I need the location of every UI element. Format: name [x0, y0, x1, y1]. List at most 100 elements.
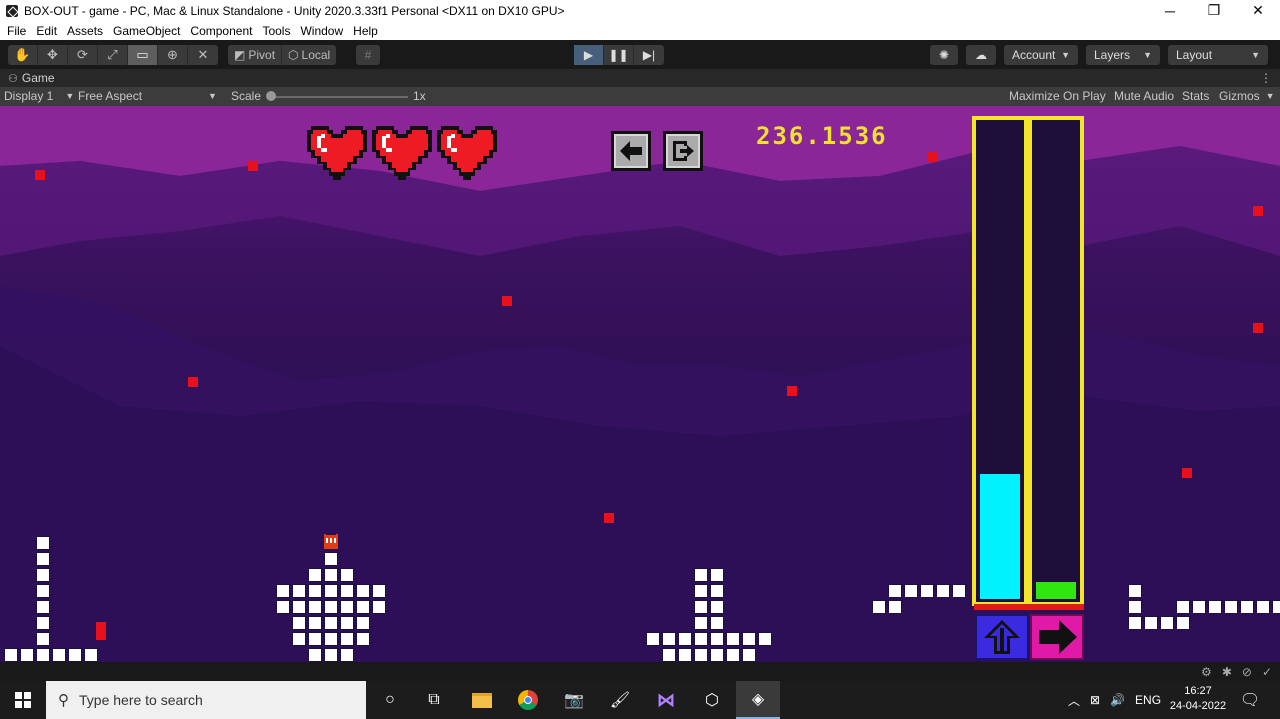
platform-block	[694, 616, 708, 630]
scale-tool-icon[interactable]: ⤢	[98, 45, 128, 65]
rect-tool-icon[interactable]: ▭	[128, 45, 158, 65]
local-icon: ⬡	[288, 48, 299, 62]
back-button[interactable]	[611, 131, 651, 171]
unity-editor-icon[interactable]: ◈	[736, 681, 780, 719]
maximize-on-play-toggle[interactable]: Maximize On Play	[1009, 89, 1106, 103]
platform-block	[952, 584, 966, 598]
volume-icon[interactable]: 🔊	[1110, 693, 1125, 707]
platform-block	[356, 632, 370, 646]
aspect-dropdown[interactable]: Free Aspect ▼	[78, 89, 217, 103]
transform-tool-icon[interactable]: ⊕	[158, 45, 188, 65]
platform-block	[1144, 616, 1158, 630]
grid-snap-icon[interactable]: #	[356, 45, 380, 65]
platform-block	[646, 632, 660, 646]
tab-menu-icon[interactable]: ⋮	[1260, 71, 1272, 85]
play-icon[interactable]: ▶	[574, 45, 604, 65]
minimize-button[interactable]: ─	[1148, 0, 1192, 21]
paint-app-icon[interactable]: 🖌	[598, 681, 642, 719]
maximize-button[interactable]: ❐	[1192, 0, 1236, 21]
start-button[interactable]	[0, 681, 46, 719]
chevron-down-icon: ▼	[208, 91, 217, 101]
unity-hub-icon[interactable]: ⬡	[690, 681, 734, 719]
chevron-up-icon[interactable]: ︿	[1068, 692, 1080, 709]
menu-gameobject[interactable]: GameObject	[108, 24, 185, 38]
layout-label: Layout	[1176, 48, 1213, 62]
scale-label: Scale	[231, 89, 262, 103]
enemy	[1253, 206, 1263, 216]
platform-block	[678, 648, 692, 662]
platform-block	[276, 584, 290, 598]
account-label: Account	[1012, 48, 1056, 62]
task-view-icon[interactable]: ⧉	[412, 681, 456, 719]
stats-toggle[interactable]: Stats	[1182, 89, 1209, 103]
main-toolbar: ✋ ✥ ⟳ ⤢ ▭ ⊕ ✕ ◩ Pivot ⬡ Local # ▶ ❚❚ ▶| ✺ …	[0, 40, 1280, 69]
menu-file[interactable]: File	[2, 24, 31, 38]
platform-block	[372, 600, 386, 614]
game-viewport[interactable]: 236.1536	[0, 106, 1280, 662]
platform-block	[36, 584, 50, 598]
cortana-icon[interactable]: ○	[368, 681, 412, 719]
chrome-icon[interactable]	[506, 681, 550, 719]
gizmos-dropdown[interactable]: Gizmos ▼	[1219, 89, 1275, 103]
window-controls: ─ ❐ ✕	[1148, 0, 1280, 21]
mute-audio-toggle[interactable]: Mute Audio	[1114, 89, 1174, 103]
transform-tools: ✋ ✥ ⟳ ⤢ ▭ ⊕ ✕	[8, 45, 218, 65]
language-indicator[interactable]: ENG	[1135, 693, 1161, 707]
menu-component[interactable]: Component	[185, 24, 257, 38]
platform-block	[678, 632, 692, 646]
step-icon[interactable]: ▶|	[634, 45, 664, 65]
layers-dropdown[interactable]: Layers ▼	[1086, 45, 1160, 65]
pause-icon[interactable]: ❚❚	[604, 45, 634, 65]
hand-tool-icon[interactable]: ✋	[8, 45, 38, 65]
check-icon[interactable]: ✓	[1262, 665, 1272, 679]
cache-icon[interactable]: ⊘	[1242, 665, 1252, 679]
services-icon[interactable]: ✺	[930, 45, 958, 65]
platform-block	[20, 648, 34, 662]
tab-game[interactable]: Game	[22, 71, 55, 85]
local-button[interactable]: ⬡ Local	[282, 45, 336, 65]
enemy	[604, 513, 614, 523]
custom-tool-icon[interactable]: ✕	[188, 45, 218, 65]
menu-assets[interactable]: Assets	[62, 24, 108, 38]
enemy	[787, 386, 797, 396]
file-explorer-icon[interactable]	[460, 681, 504, 719]
platform-block	[36, 600, 50, 614]
platform-block	[1128, 616, 1142, 630]
network-icon[interactable]: ⊠	[1090, 693, 1100, 707]
platform-block	[662, 648, 676, 662]
platform-block	[36, 616, 50, 630]
taskbar-search[interactable]: ⚲ Type here to search	[46, 681, 366, 719]
scale-slider-track[interactable]	[268, 96, 408, 98]
platform-block	[68, 648, 82, 662]
jump-button[interactable]	[975, 614, 1029, 660]
camera-icon[interactable]: 📷	[552, 681, 596, 719]
layout-dropdown[interactable]: Layout ▼	[1168, 45, 1268, 65]
account-dropdown[interactable]: Account ▼	[1004, 45, 1078, 65]
rotate-tool-icon[interactable]: ⟳	[68, 45, 98, 65]
notification-icon[interactable]: 🗨	[1230, 681, 1270, 719]
platform-block	[324, 616, 338, 630]
bug-icon[interactable]: ✱	[1222, 665, 1232, 679]
exit-button[interactable]	[663, 131, 703, 171]
taskbar-clock[interactable]: 16:27 24-04-2022	[1168, 684, 1228, 714]
platform-block	[84, 648, 98, 662]
display-dropdown[interactable]: Display 1 ▼	[4, 89, 74, 103]
title-bar: BOX-OUT - game - PC, Mac & Linux Standal…	[0, 0, 1280, 21]
menu-tools[interactable]: Tools	[257, 24, 295, 38]
scale-slider-handle[interactable]	[266, 91, 276, 101]
pivot-button[interactable]: ◩ Pivot	[228, 45, 283, 65]
close-button[interactable]: ✕	[1236, 0, 1280, 21]
move-tool-icon[interactable]: ✥	[38, 45, 68, 65]
platform-block	[356, 584, 370, 598]
cloud-icon[interactable]: ☁	[966, 45, 996, 65]
search-placeholder: Type here to search	[79, 692, 203, 708]
dash-button[interactable]	[1030, 614, 1084, 660]
platform-block	[292, 616, 306, 630]
platform-block	[904, 584, 918, 598]
menu-window[interactable]: Window	[295, 24, 348, 38]
visual-studio-icon[interactable]: ⋈	[644, 681, 688, 719]
menu-help[interactable]: Help	[348, 24, 383, 38]
arrow-right-icon	[1039, 620, 1077, 654]
progress-icon[interactable]: ⚙	[1201, 665, 1212, 679]
menu-edit[interactable]: Edit	[31, 24, 62, 38]
